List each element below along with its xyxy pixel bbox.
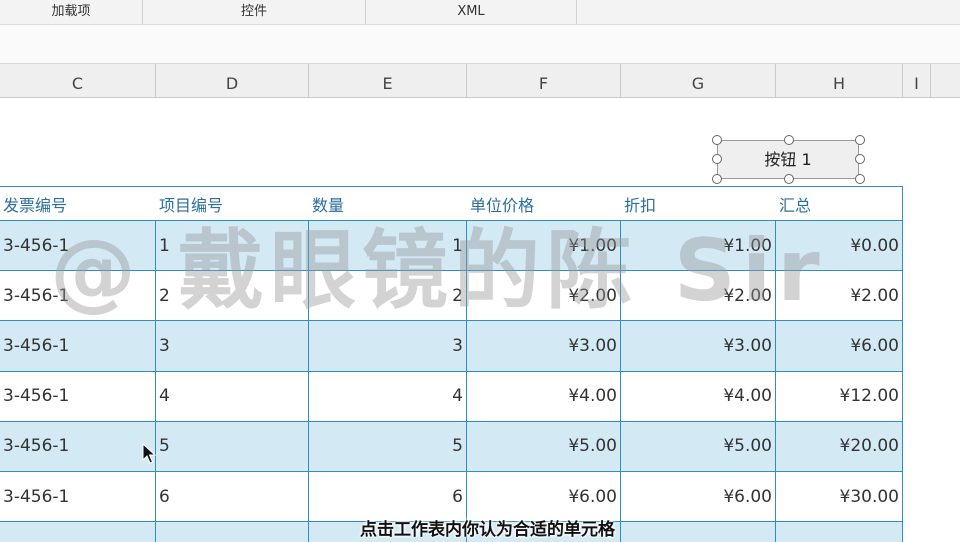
header-cell-quantity[interactable]: 数量 bbox=[309, 187, 467, 220]
cell-discount[interactable]: ¥6.00 bbox=[621, 472, 776, 522]
header-cell-total[interactable]: 汇总 bbox=[776, 187, 903, 220]
formula-bar[interactable] bbox=[0, 25, 960, 64]
ribbon-group-addins[interactable]: 加载项 bbox=[0, 0, 143, 24]
column-header-g[interactable]: G bbox=[621, 64, 776, 97]
cell-total[interactable]: ¥0.00 bbox=[776, 221, 903, 271]
cell-item-no[interactable]: 3 bbox=[156, 321, 309, 371]
cell-item-no[interactable]: 5 bbox=[156, 421, 309, 471]
table-header-row: 发票编号 项目编号 数量 单位价格 折扣 汇总 bbox=[0, 186, 903, 221]
cell-invoice-no[interactable]: 3-456-1 bbox=[0, 271, 156, 321]
table-row: 3-456-1 3 3 ¥3.00 ¥3.00 ¥6.00 bbox=[0, 321, 903, 372]
cell-quantity[interactable]: 1 bbox=[309, 221, 467, 271]
cell-quantity[interactable]: 6 bbox=[309, 472, 467, 522]
cell-unit-price[interactable]: ¥3.00 bbox=[467, 321, 621, 371]
cell-quantity[interactable]: 4 bbox=[309, 371, 467, 421]
ribbon-group-xml[interactable]: XML bbox=[366, 0, 577, 24]
cell-item-no[interactable]: 4 bbox=[156, 371, 309, 421]
column-header-i[interactable]: I bbox=[903, 64, 931, 97]
cell-item-no[interactable]: 1 bbox=[156, 221, 309, 271]
resize-handle-bottom-left[interactable] bbox=[712, 174, 722, 184]
cell-invoice-no[interactable]: 3-456-1 bbox=[0, 221, 156, 271]
column-header-f[interactable]: F bbox=[467, 64, 621, 97]
column-header-h[interactable]: H bbox=[776, 64, 903, 97]
ribbon-group-controls[interactable]: 控件 bbox=[143, 0, 366, 24]
resize-handle-top-right[interactable] bbox=[855, 135, 865, 145]
table-row: 3-456-1 5 5 ¥5.00 ¥5.00 ¥20.00 bbox=[0, 421, 903, 472]
cell-discount[interactable]: ¥2.00 bbox=[621, 271, 776, 321]
column-header-d[interactable]: D bbox=[156, 64, 309, 97]
resize-handle-bottom[interactable] bbox=[784, 174, 794, 184]
cell-quantity[interactable]: 2 bbox=[309, 271, 467, 321]
cell-invoice-no[interactable]: 3-456-1 bbox=[0, 421, 156, 471]
header-cell-invoice-no[interactable]: 发票编号 bbox=[0, 187, 156, 220]
cell-unit-price[interactable]: ¥1.00 bbox=[467, 221, 621, 271]
header-cell-unit-price[interactable]: 单位价格 bbox=[467, 187, 621, 220]
resize-handle-right[interactable] bbox=[855, 154, 865, 164]
table-row: 3-456-1 2 2 ¥2.00 ¥2.00 ¥2.00 bbox=[0, 271, 903, 322]
cell-quantity[interactable]: 3 bbox=[309, 321, 467, 371]
cell-unit-price[interactable]: ¥6.00 bbox=[467, 472, 621, 522]
cell-total[interactable]: ¥2.00 bbox=[776, 271, 903, 321]
cell-invoice-no[interactable]: 3-456-1 bbox=[0, 321, 156, 371]
mouse-cursor-icon bbox=[142, 443, 156, 464]
resize-handle-bottom-right[interactable] bbox=[855, 174, 865, 184]
resize-handle-top[interactable] bbox=[784, 135, 794, 145]
cell-quantity[interactable]: 5 bbox=[309, 421, 467, 471]
ribbon-group-bar: 加载项 控件 XML bbox=[0, 0, 960, 25]
cell-invoice-no[interactable]: 3-456-1 bbox=[0, 472, 156, 522]
cell-item-no[interactable]: 6 bbox=[156, 472, 309, 522]
cell-unit-price[interactable]: ¥4.00 bbox=[467, 371, 621, 421]
table-row: 3-456-1 4 4 ¥4.00 ¥4.00 ¥12.00 bbox=[0, 371, 903, 422]
cell-total[interactable]: ¥12.00 bbox=[776, 371, 903, 421]
cell-unit-price[interactable]: ¥2.00 bbox=[467, 271, 621, 321]
cell-discount[interactable]: ¥4.00 bbox=[621, 371, 776, 421]
resize-handle-top-left[interactable] bbox=[712, 135, 722, 145]
video-subtitle: 点击工作表内你认为合适的单元格 bbox=[360, 520, 615, 540]
column-header-e[interactable]: E bbox=[309, 64, 467, 97]
cell-discount[interactable]: ¥5.00 bbox=[621, 421, 776, 471]
cell-total[interactable]: ¥6.00 bbox=[776, 321, 903, 371]
column-header-bar: C D E F G H I bbox=[0, 64, 960, 98]
table-row: 3-456-1 1 1 ¥1.00 ¥1.00 ¥0.00 bbox=[0, 221, 903, 272]
cell-unit-price[interactable]: ¥5.00 bbox=[467, 421, 621, 471]
cell-discount[interactable]: ¥1.00 bbox=[621, 221, 776, 271]
header-cell-item-no[interactable]: 项目编号 bbox=[156, 187, 309, 220]
cell-item-no[interactable]: 2 bbox=[156, 271, 309, 321]
header-cell-discount[interactable]: 折扣 bbox=[621, 187, 776, 220]
table-right-border bbox=[902, 186, 903, 540]
cell-total[interactable]: ¥30.00 bbox=[776, 472, 903, 522]
cell-discount[interactable]: ¥3.00 bbox=[621, 321, 776, 371]
cell-invoice-no[interactable]: 3-456-1 bbox=[0, 371, 156, 421]
column-header-c[interactable]: C bbox=[0, 64, 156, 97]
resize-handle-left[interactable] bbox=[712, 154, 722, 164]
cell-total[interactable]: ¥20.00 bbox=[776, 421, 903, 471]
